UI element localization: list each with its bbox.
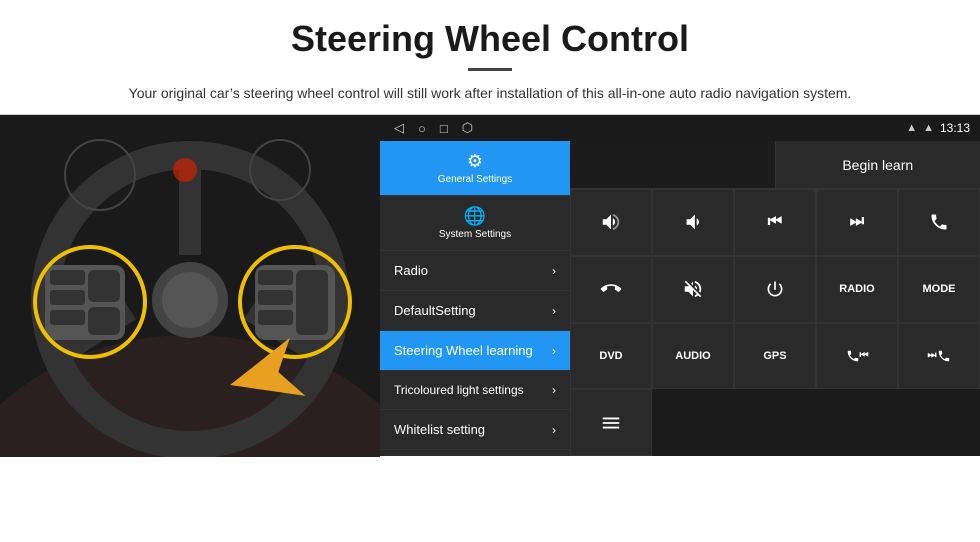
menu-item-default-setting[interactable]: DefaultSetting › <box>380 291 570 331</box>
begin-learn-row: Begin learn <box>570 141 980 189</box>
clock: 13:13 <box>940 121 970 135</box>
nav-icons: ◁ ○ □ ⬡ <box>390 120 906 136</box>
next-track-button[interactable]: ⏭ <box>816 189 898 256</box>
vol-down-button[interactable] <box>652 189 734 256</box>
subtitle-text: Your original car’s steering wheel contr… <box>90 83 890 104</box>
home-nav-icon[interactable]: ○ <box>418 121 426 136</box>
back-nav-icon[interactable]: ◁ <box>394 120 404 136</box>
right-panel: Begin learn ⏮ ⏭ <box>570 141 980 456</box>
status-bar: ◁ ○ □ ⬡ ▲ ▲ 13:13 <box>380 115 980 141</box>
screen-content: ⚙ General Settings 🌐 System Settings Rad… <box>380 141 980 456</box>
android-screen: ◁ ○ □ ⬡ ▲ ▲ 13:13 ⚙ Genera <box>380 115 980 456</box>
dvd-button[interactable]: DVD <box>570 323 652 390</box>
mute-button[interactable] <box>652 256 734 323</box>
gps-button[interactable]: GPS <box>734 323 816 390</box>
menu-item-whitelist[interactable]: Whitelist setting › <box>380 410 570 450</box>
header-section: Steering Wheel Control Your original car… <box>0 0 980 114</box>
phone-next-button[interactable]: ⏭ <box>898 323 980 390</box>
mode-button[interactable]: MODE <box>898 256 980 323</box>
begin-learn-button[interactable]: Begin learn <box>776 141 980 189</box>
settings-icon: ⚙ <box>467 151 483 172</box>
title-divider <box>468 68 512 71</box>
left-menu: ⚙ General Settings 🌐 System Settings Rad… <box>380 141 570 456</box>
system-icon: 🌐 <box>464 206 486 227</box>
bottom-section: ◁ ○ □ ⬡ ▲ ▲ 13:13 ⚙ Genera <box>0 114 980 456</box>
menu-item-steering-wheel[interactable]: Steering Wheel learning › <box>380 331 570 371</box>
arrow-icon-whitelist: › <box>552 423 556 437</box>
status-right: ▲ ▲ 13:13 <box>906 121 970 135</box>
phone-button[interactable] <box>898 189 980 256</box>
arrow-icon-steering: › <box>552 344 556 358</box>
audio-button[interactable]: AUDIO <box>652 323 734 390</box>
phone-prev-button[interactable]: ⏮ <box>816 323 898 390</box>
arrow-icon-tricoloured: › <box>552 383 556 397</box>
menu-item-tricoloured[interactable]: Tricoloured light settings › <box>380 371 570 410</box>
hang-up-button[interactable] <box>570 256 652 323</box>
menu-nav-icon[interactable]: ⬡ <box>462 120 473 136</box>
prev-track-button[interactable]: ⏮ <box>734 189 816 256</box>
recent-nav-icon[interactable]: □ <box>440 121 448 136</box>
page-wrapper: Steering Wheel Control Your original car… <box>0 0 980 456</box>
tab-general-settings[interactable]: ⚙ General Settings <box>380 141 570 196</box>
vol-up-button[interactable] <box>570 189 652 256</box>
power-button[interactable] <box>734 256 816 323</box>
button-grid: ⏮ ⏭ <box>570 189 980 456</box>
steering-wheel-image <box>0 115 380 457</box>
page-title: Steering Wheel Control <box>40 18 940 60</box>
radio-button[interactable]: RADIO <box>816 256 898 323</box>
arrow-icon-radio: › <box>552 264 556 278</box>
wifi-icon: ▲ <box>906 122 917 134</box>
arrow-icon-default: › <box>552 304 556 318</box>
tab-system-settings[interactable]: 🌐 System Settings <box>380 196 570 251</box>
signal-icon: ▲ <box>923 122 934 134</box>
menu-item-radio[interactable]: Radio › <box>380 251 570 291</box>
list-icon-button[interactable] <box>570 389 652 456</box>
empty-top-cell <box>570 141 776 189</box>
